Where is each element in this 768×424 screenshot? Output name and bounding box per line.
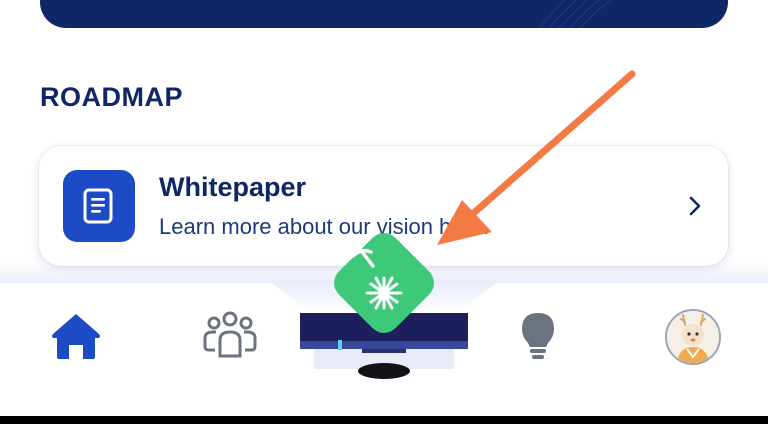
system-bottom-bar <box>0 416 768 424</box>
lightbulb-icon[interactable] <box>516 310 560 362</box>
banner-decoration <box>538 0 612 28</box>
section-title: ROADMAP <box>40 82 183 112</box>
deer-avatar-image <box>667 311 719 363</box>
document-icon <box>63 170 135 242</box>
home-icon[interactable] <box>50 311 102 361</box>
mine-button[interactable] <box>319 218 449 348</box>
card-title: Whitepaper <box>159 172 307 202</box>
top-banner[interactable] <box>40 0 728 28</box>
avatar[interactable] <box>665 309 721 365</box>
chevron-right-icon <box>689 196 701 216</box>
people-icon[interactable] <box>202 310 258 360</box>
